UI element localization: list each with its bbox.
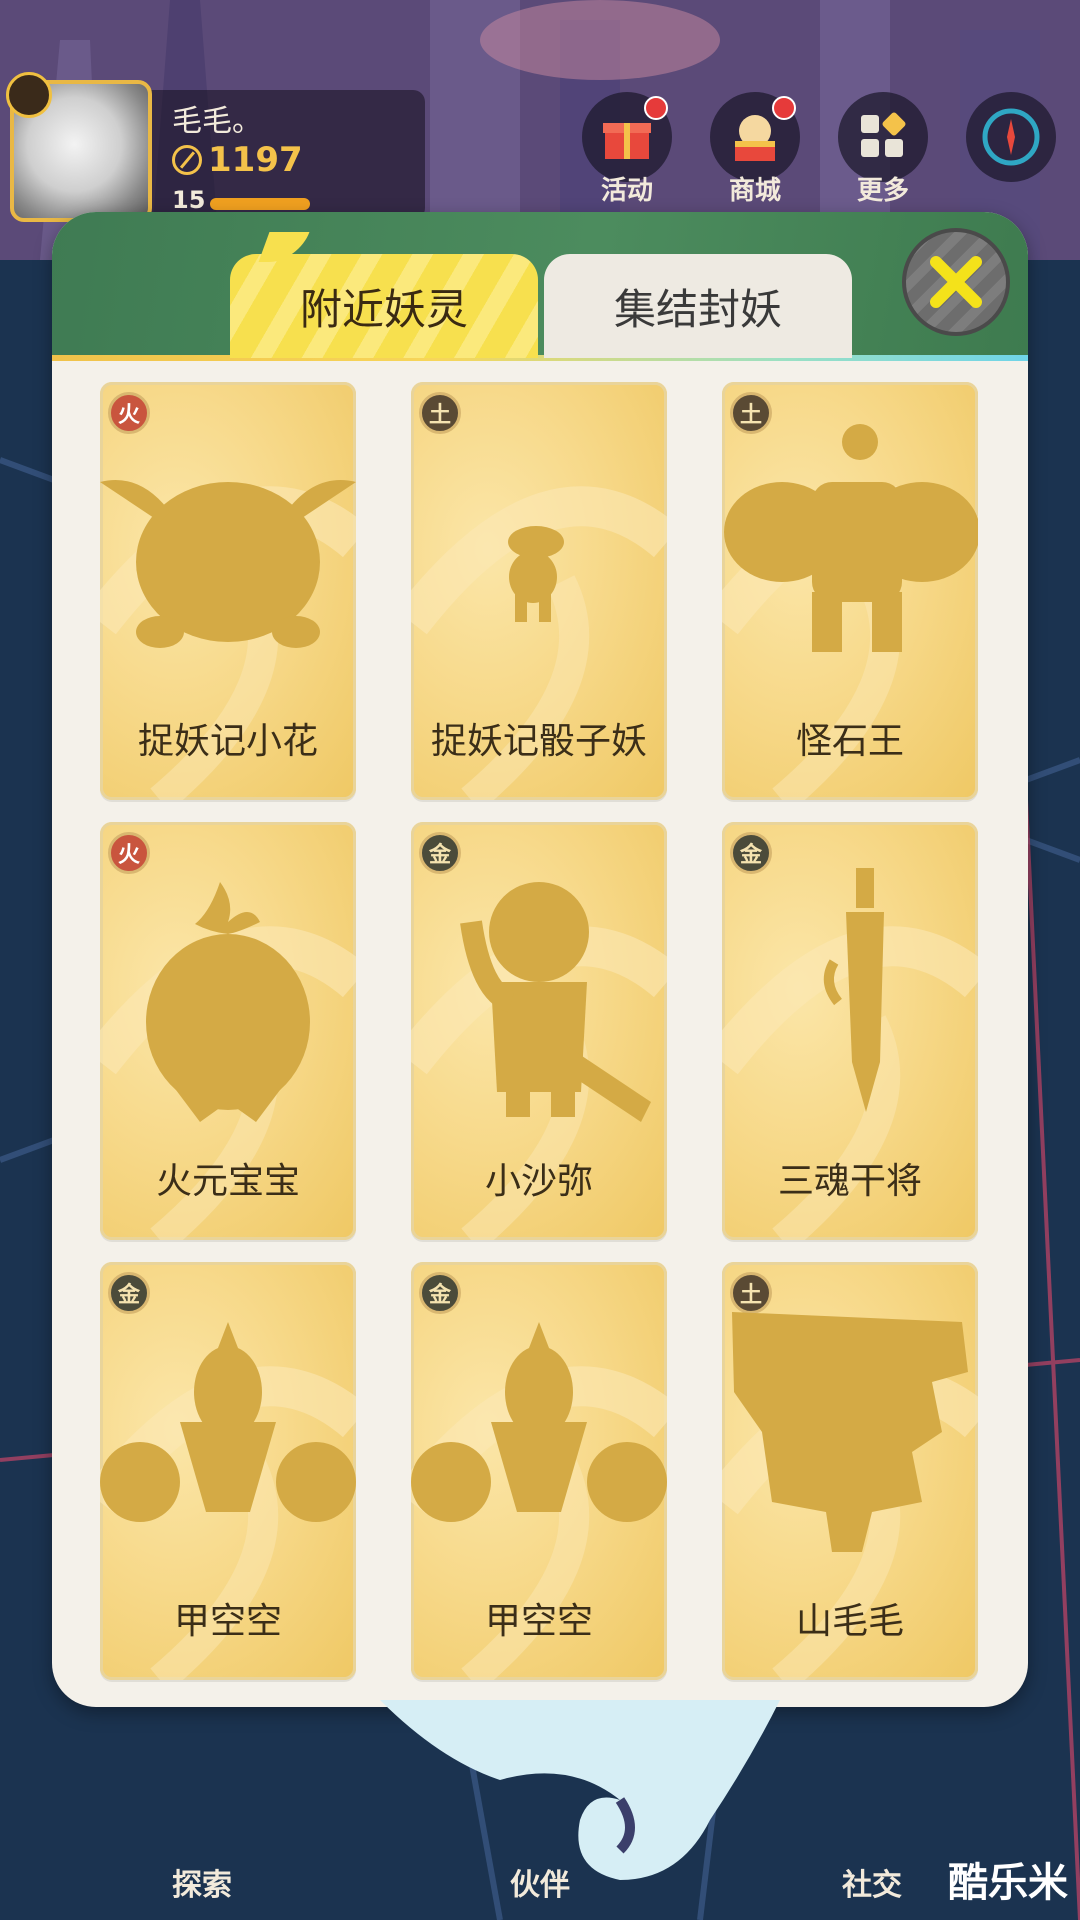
spirit-silhouette — [508, 526, 564, 622]
xp-bar — [210, 198, 310, 210]
spirit-card[interactable]: 金 甲空空 — [411, 1262, 667, 1680]
activity-notice-dot — [644, 96, 668, 120]
nearby-spirits-dialog: 附近妖灵 集结封妖 火 捉妖记小花 土 捉妖记骰子妖 土 怪石王 火 火元宝宝 … — [52, 212, 1028, 1707]
spirit-silhouette — [100, 1322, 356, 1522]
close-button[interactable] — [902, 228, 1010, 336]
spirit-silhouette — [823, 868, 884, 1112]
spirit-name: 捉妖记小花 — [137, 721, 318, 762]
shop-notice-dot — [772, 96, 796, 120]
spirit-card[interactable]: 金 甲空空 — [100, 1262, 356, 1680]
header-divider — [52, 355, 1028, 361]
compass-button[interactable] — [966, 92, 1056, 182]
nav-social[interactable]: 社交 — [842, 1860, 902, 1904]
avatar-badge-icon — [6, 72, 52, 118]
nav-partners[interactable]: 伙伴 — [510, 1860, 570, 1904]
grid-icon — [861, 112, 906, 157]
activity-label: 活动 — [600, 176, 653, 206]
tab-nearby-spirits[interactable]: 附近妖灵 — [230, 254, 538, 358]
spirit-silhouette — [100, 480, 356, 648]
player-name: 毛毛。 — [172, 104, 262, 139]
dialog-tail-decoration — [380, 1700, 780, 1880]
spirit-silhouette — [724, 424, 978, 652]
tab-nearby-spirits-label: 附近妖灵 — [299, 284, 468, 334]
spirit-name: 甲空空 — [173, 1601, 282, 1642]
spirit-name: 甲空空 — [484, 1601, 593, 1642]
compass-icon — [982, 108, 1040, 166]
spirit-card[interactable]: 土 捉妖记骰子妖 — [411, 382, 667, 800]
more-button[interactable] — [838, 92, 928, 182]
spirit-name: 小沙弥 — [484, 1161, 593, 1202]
spirit-name: 山毛毛 — [795, 1601, 904, 1642]
close-icon — [930, 256, 982, 308]
spirit-card[interactable]: 火 捉妖记小花 — [100, 382, 356, 800]
spirit-card[interactable]: 金 三魂干将 — [722, 822, 978, 1240]
spirit-silhouette — [146, 882, 310, 1122]
spirit-card[interactable]: 金 小沙弥 — [411, 822, 667, 1240]
spirit-silhouette — [411, 1322, 667, 1522]
watermark: 酷乐米 — [948, 1861, 1068, 1905]
spirit-card[interactable]: 火 火元宝宝 — [100, 822, 356, 1240]
spirit-name: 火元宝宝 — [155, 1161, 300, 1202]
tab-gather-seal-label: 集结封妖 — [613, 284, 782, 334]
player-level: 15 — [172, 186, 206, 214]
spirit-silhouette — [732, 1312, 968, 1552]
tab-gather-seal[interactable]: 集结封妖 — [544, 254, 852, 358]
spirit-name: 捉妖记骰子妖 — [430, 721, 647, 762]
player-power-value: 1197 — [208, 140, 303, 180]
spirit-card[interactable]: 土 怪石王 — [722, 382, 978, 800]
shop-label: 商城 — [728, 176, 781, 206]
nav-explore[interactable]: 探索 — [172, 1860, 232, 1904]
spirit-card[interactable]: 土 山毛毛 — [722, 1262, 978, 1680]
spirit-silhouette — [460, 882, 651, 1122]
gift-icon — [603, 123, 651, 159]
spirit-card-grid: 火 捉妖记小花 土 捉妖记骰子妖 土 怪石王 火 火元宝宝 金 小沙弥 金 三魂… — [100, 382, 980, 1680]
dialog-header — [52, 212, 1028, 357]
more-label: 更多 — [856, 176, 909, 206]
player-power: 1197 — [172, 140, 303, 180]
power-icon — [172, 145, 202, 175]
spirit-name: 三魂干将 — [777, 1161, 922, 1202]
spirit-name: 怪石王 — [795, 721, 904, 762]
